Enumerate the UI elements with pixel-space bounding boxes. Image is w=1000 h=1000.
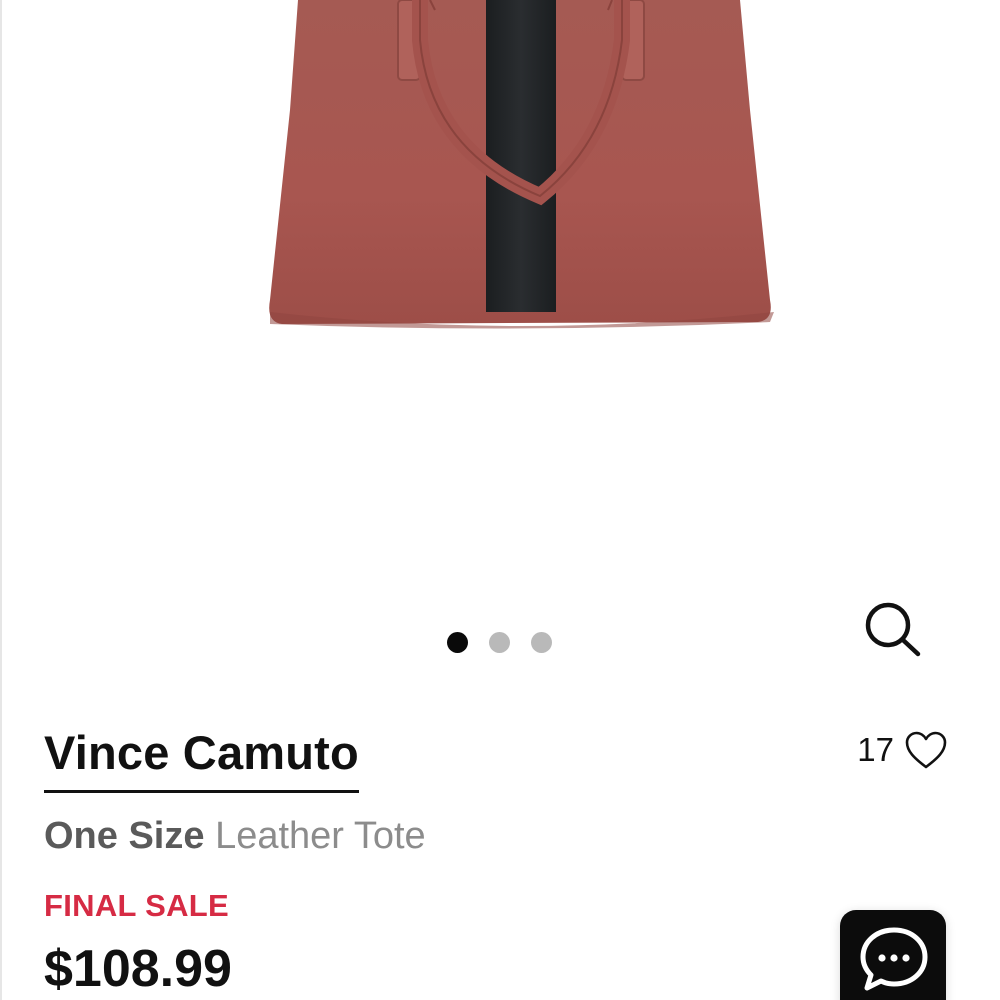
left-edge-divider	[0, 0, 2, 1000]
product-image[interactable]	[230, 0, 790, 340]
chat-bubble-icon	[860, 927, 928, 991]
carousel-dot[interactable]	[489, 632, 510, 653]
carousel-dot[interactable]	[531, 632, 552, 653]
like-button[interactable]: 17	[857, 730, 948, 770]
product-name: Leather Tote	[215, 815, 426, 857]
sale-badge: FINAL SALE	[44, 888, 229, 923]
brand-link[interactable]: Vince Camuto	[44, 722, 359, 793]
carousel-dot[interactable]	[447, 632, 468, 653]
product-detail-page: Vince Camuto 17 One Size Leather Tote FI…	[0, 0, 1000, 1000]
product-subtitle: One Size Leather Tote	[44, 812, 426, 860]
size-label: One Size	[44, 815, 205, 857]
like-count: 17	[857, 731, 894, 768]
price: $108.99	[44, 940, 232, 998]
chat-button[interactable]	[840, 910, 946, 1000]
carousel-dots	[447, 632, 552, 653]
heart-icon	[905, 731, 947, 769]
search-icon[interactable]	[862, 600, 922, 658]
